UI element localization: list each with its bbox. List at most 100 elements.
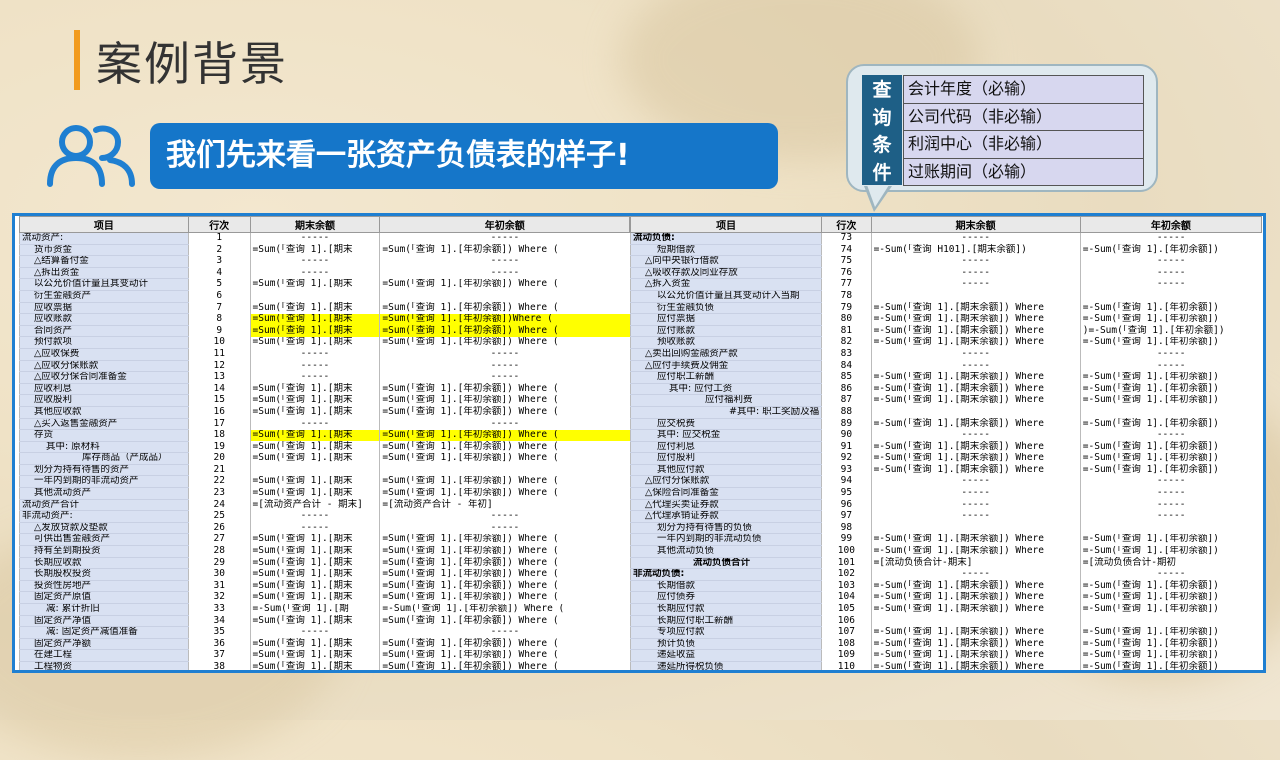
end-balance-cell[interactable]: ----- bbox=[249, 267, 380, 279]
begin-balance-cell[interactable]: =Sum(「查询 1].[年初余额]) Where ( bbox=[379, 302, 630, 314]
begin-balance-cell[interactable]: ----- bbox=[379, 418, 630, 430]
end-balance-cell[interactable]: ----- bbox=[870, 360, 1081, 372]
row-number-cell[interactable]: 76 bbox=[821, 267, 872, 279]
row-item-cell[interactable]: 持有至到期投资 bbox=[19, 545, 189, 558]
begin-balance-cell[interactable]: ----- bbox=[379, 510, 630, 523]
end-balance-cell[interactable]: =-Sum(「查询 1].[期末余额]) Where bbox=[870, 591, 1081, 604]
row-item-cell[interactable]: 专项应付款 bbox=[629, 626, 822, 639]
end-balance-cell[interactable] bbox=[870, 522, 1081, 534]
end-balance-cell[interactable]: =Sum(「查询 1].[期末 bbox=[249, 661, 380, 670]
row-item-cell[interactable]: 衍生金融资产 bbox=[19, 290, 189, 303]
end-balance-cell[interactable]: =Sum(「查询 1].[期末 bbox=[249, 325, 380, 337]
begin-balance-cell[interactable]: ----- bbox=[1079, 568, 1262, 581]
row-number-cell[interactable]: 34 bbox=[187, 615, 251, 627]
end-balance-cell[interactable]: =-Sum(「查询 1].[期末余额]) Where bbox=[870, 638, 1081, 650]
begin-balance-cell[interactable]: =-Sum(「查询 1].[年初余额]) bbox=[1079, 603, 1262, 616]
row-item-cell[interactable]: #其中: 职工奖励及福 bbox=[629, 406, 822, 419]
begin-balance-cell[interactable]: =-Sum(「查询 1].[年初余额]) bbox=[1079, 545, 1262, 558]
end-balance-cell[interactable]: ----- bbox=[870, 348, 1081, 361]
row-item-cell[interactable]: △代理承销证券款 bbox=[629, 510, 822, 523]
row-item-cell[interactable]: △拆出资金 bbox=[19, 267, 189, 280]
row-item-cell[interactable]: 可供出售金融资产 bbox=[19, 533, 189, 547]
row-item-cell[interactable]: 应付票据 bbox=[629, 313, 822, 326]
end-balance-cell[interactable]: =-Sum(「查询 1].[期末余额]) Where bbox=[870, 580, 1081, 592]
end-balance-cell[interactable]: =Sum(「查询 1].[期末 bbox=[249, 568, 380, 581]
begin-balance-cell[interactable]: =Sum(「查询 1].[年初余额]) Where ( bbox=[379, 591, 630, 604]
end-balance-cell[interactable]: ----- bbox=[249, 510, 380, 523]
begin-balance-cell[interactable] bbox=[1079, 290, 1262, 303]
begin-balance-cell[interactable]: =Sum(「查询 1].[年初余额]) Where ( bbox=[379, 406, 630, 418]
row-number-cell[interactable]: 94 bbox=[821, 475, 872, 488]
begin-balance-cell[interactable]: =-Sum(「查询 1].[年初余额]) bbox=[1079, 464, 1262, 476]
row-number-cell[interactable]: 73 bbox=[821, 232, 872, 245]
begin-balance-cell[interactable]: =Sum(「查询 1].[年初余额]) Where ( bbox=[379, 615, 630, 627]
begin-balance-cell[interactable]: =-Sum(「查询 1].[年初余额]) bbox=[1079, 591, 1262, 604]
begin-balance-cell[interactable] bbox=[1079, 522, 1262, 534]
row-item-cell[interactable]: 工程物资 bbox=[19, 661, 189, 670]
end-balance-cell[interactable]: =Sum(「查询 1].[期末 bbox=[249, 441, 380, 453]
begin-balance-cell[interactable]: =-Sum(「查询 1].[年初余额]) bbox=[1079, 649, 1262, 662]
row-number-cell[interactable]: 88 bbox=[821, 406, 872, 418]
row-number-cell[interactable]: 4 bbox=[187, 267, 251, 279]
begin-balance-cell[interactable]: =-Sum(「查询 1].[年初余额]) bbox=[1079, 244, 1262, 256]
row-number-cell[interactable]: 17 bbox=[187, 418, 251, 430]
row-number-cell[interactable]: 35 bbox=[187, 626, 251, 639]
row-item-cell[interactable]: 其中: 应交税金 bbox=[629, 429, 822, 442]
row-item-cell[interactable]: △卖出回购金融资产款 bbox=[629, 348, 822, 361]
row-item-cell[interactable]: 其中: 应付工资 bbox=[629, 383, 822, 396]
begin-balance-cell[interactable]: ----- bbox=[379, 626, 630, 639]
begin-balance-cell[interactable]: =-Sum(「查询 1].[年初余额]) bbox=[1079, 661, 1262, 670]
row-number-cell[interactable]: 31 bbox=[187, 580, 251, 592]
row-number-cell[interactable]: 5 bbox=[187, 278, 251, 291]
row-number-cell[interactable]: 93 bbox=[821, 464, 872, 476]
row-number-cell[interactable]: 14 bbox=[187, 383, 251, 395]
row-item-cell[interactable]: △结算备付金 bbox=[19, 255, 189, 268]
row-item-cell[interactable]: 存货 bbox=[19, 429, 189, 442]
begin-balance-cell[interactable]: =Sum(「查询 1].[年初余额]) Where ( bbox=[379, 429, 630, 442]
row-item-cell[interactable]: 以公允价值计量且其变动计 bbox=[19, 278, 189, 291]
begin-balance-cell[interactable]: ----- bbox=[379, 522, 630, 534]
end-balance-cell[interactable]: ----- bbox=[870, 487, 1081, 500]
end-balance-cell[interactable]: =Sum(「查询 1].[期末 bbox=[249, 452, 380, 465]
row-item-cell[interactable]: 其他应收款 bbox=[19, 406, 189, 419]
end-balance-cell[interactable] bbox=[249, 464, 380, 476]
row-item-cell[interactable]: 划分为持有待售的负债 bbox=[629, 522, 822, 535]
query-condition-company-code[interactable]: 公司代码（非必输） bbox=[903, 102, 1144, 130]
row-item-cell[interactable]: 应收股利 bbox=[19, 394, 189, 407]
row-number-cell[interactable]: 100 bbox=[821, 545, 872, 558]
begin-balance-cell[interactable]: ----- bbox=[1079, 348, 1262, 361]
row-number-cell[interactable]: 75 bbox=[821, 255, 872, 268]
end-balance-cell[interactable]: =Sum(「查询 1].[期末 bbox=[249, 406, 380, 418]
begin-balance-cell[interactable]: ----- bbox=[1079, 499, 1262, 511]
row-number-cell[interactable]: 84 bbox=[821, 360, 872, 372]
row-number-cell[interactable]: 25 bbox=[187, 510, 251, 523]
end-balance-cell[interactable]: ----- bbox=[249, 371, 380, 384]
row-number-cell[interactable]: 91 bbox=[821, 441, 872, 453]
row-number-cell[interactable]: 78 bbox=[821, 290, 872, 303]
row-number-cell[interactable]: 33 bbox=[187, 603, 251, 616]
begin-balance-cell[interactable]: ----- bbox=[379, 348, 630, 361]
end-balance-cell[interactable]: ----- bbox=[870, 232, 1081, 245]
begin-balance-cell[interactable]: =-Sum(「查询 1].[年初余额]) bbox=[1079, 313, 1262, 326]
end-balance-cell[interactable]: =-Sum(「查询 1].[期 bbox=[249, 603, 380, 616]
row-number-cell[interactable]: 86 bbox=[821, 383, 872, 395]
row-number-cell[interactable]: 18 bbox=[187, 429, 251, 442]
begin-balance-cell[interactable]: =-Sum(「查询 1].[年初余额]) bbox=[1079, 302, 1262, 314]
end-balance-cell[interactable]: =Sum(「查询 1].[期末 bbox=[249, 429, 380, 442]
end-balance-cell[interactable]: =Sum(「查询 1].[期末 bbox=[249, 278, 380, 291]
row-item-cell[interactable]: 其中: 原材料 bbox=[19, 441, 189, 454]
row-item-cell[interactable]: 固定资产净值 bbox=[19, 615, 189, 628]
row-number-cell[interactable]: 97 bbox=[821, 510, 872, 523]
end-balance-cell[interactable]: =-Sum(「查询 1].[期末余额]) Where bbox=[870, 661, 1081, 670]
begin-balance-cell[interactable]: ----- bbox=[1079, 255, 1262, 268]
row-item-cell[interactable]: 划分为持有待售的资产 bbox=[19, 464, 189, 477]
row-number-cell[interactable]: 29 bbox=[187, 557, 251, 569]
row-item-cell[interactable]: 长期股权投资 bbox=[19, 568, 189, 581]
begin-balance-cell[interactable]: =-Sum(「查询 1].[年初余额]) bbox=[1079, 441, 1262, 453]
row-number-cell[interactable]: 83 bbox=[821, 348, 872, 361]
row-item-cell[interactable]: 减: 累计折旧 bbox=[19, 603, 189, 616]
row-item-cell[interactable]: △发放贷款及垫款 bbox=[19, 522, 189, 535]
row-item-cell[interactable]: 固定资产原值 bbox=[19, 591, 189, 604]
row-number-cell[interactable]: 32 bbox=[187, 591, 251, 604]
end-balance-cell[interactable]: =Sum(「查询 1].[期末 bbox=[249, 302, 380, 314]
